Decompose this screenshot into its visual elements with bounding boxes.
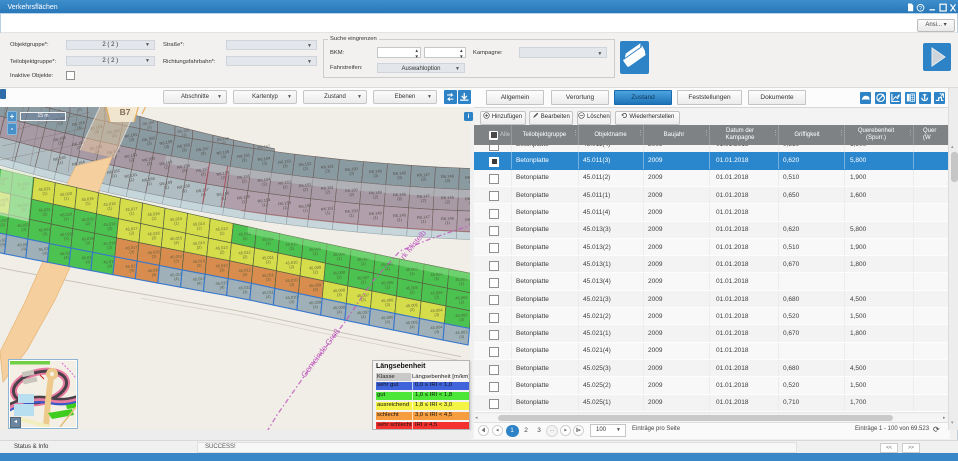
svg-text:(2): (2) <box>445 199 451 204</box>
svg-text:(2): (2) <box>469 200 470 205</box>
svg-text:B7: B7 <box>120 107 131 117</box>
svg-text:(3): (3) <box>445 178 451 183</box>
svg-text:(1): (1) <box>445 220 451 225</box>
svg-text:?: ? <box>919 6 922 12</box>
svg-text:(3): (3) <box>469 179 470 184</box>
